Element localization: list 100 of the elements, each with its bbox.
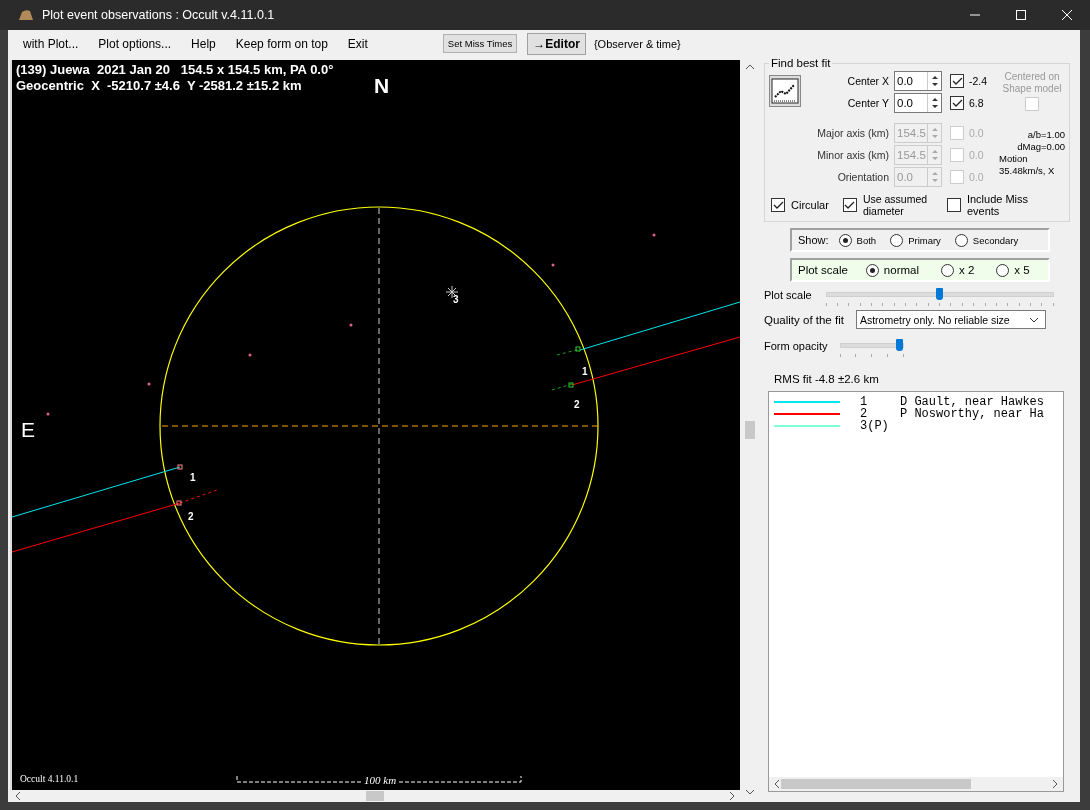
set-miss-times-button[interactable]: Set Miss Times [442, 34, 518, 53]
parameter-label: Center X [846, 75, 889, 87]
event-marker [177, 464, 183, 470]
star-dot [349, 323, 353, 327]
checkbox-label: Include Miss events [966, 193, 1030, 217]
ratio-value: a/b=1.00 [1026, 129, 1065, 141]
star-dot [652, 233, 656, 237]
plot-header: Geocentric X -5210.7 ±4.6 Y -2581.2 ±15.2 km [16, 78, 303, 94]
star-dot [551, 263, 555, 267]
editor-button[interactable]: →Editor [527, 32, 586, 55]
scroll-left-icon[interactable] [14, 791, 22, 801]
shape-model-label: Centered on Shape model [1001, 71, 1063, 95]
group-label: Plot scale [798, 264, 848, 276]
checkbox-label: Circular [791, 199, 829, 211]
menu-item[interactable]: with Plot... [23, 36, 79, 51]
chord-label: 1 [582, 366, 588, 377]
scale-label: 100 km [362, 774, 399, 786]
slider-label: Plot scale [764, 289, 812, 301]
dmag-value: dMag=0.00 [1016, 141, 1065, 153]
checkbox[interactable] [842, 198, 857, 212]
slider-thumb[interactable] [895, 339, 903, 351]
radio-label: x 2 [959, 264, 975, 276]
quality-label: Quality of the fit [764, 313, 844, 326]
motion-label: Motion [999, 153, 1029, 165]
radio-label: Primary [908, 234, 941, 246]
scroll-thumb[interactable] [366, 791, 384, 801]
parameter-spinbox[interactable]: 0.0 [894, 71, 942, 91]
scroll-right-icon[interactable] [1051, 779, 1059, 789]
window-title: Plot event observations : Occult v.4.11.0.1 [42, 8, 276, 22]
caret-icon [1028, 316, 1039, 323]
scroll-right-icon[interactable] [728, 791, 736, 801]
radio-button[interactable] [996, 263, 1010, 277]
radio-button[interactable] [865, 263, 879, 277]
radio-label: Secondary [972, 234, 1019, 246]
radio-label: normal [883, 264, 919, 276]
menu-item[interactable]: Plot options... [98, 36, 172, 51]
scroll-thumb[interactable] [781, 779, 971, 789]
scroll-down-icon[interactable] [745, 788, 755, 796]
group-label: Show: [798, 234, 829, 246]
quality-dropdown[interactable]: Astrometry only. No reliable size [855, 310, 1046, 329]
chord-number: 3(P) [860, 419, 890, 433]
observer-name: D Gault, near Hawkes [900, 395, 1045, 409]
version-label: Occult 4.11.0.1 [20, 774, 79, 784]
chord-label: 2 [188, 511, 194, 522]
menu-item[interactable]: Keep form on top [235, 36, 328, 51]
offset-value: 0.0 [969, 171, 985, 183]
spin-arrows-icon[interactable] [930, 74, 939, 88]
radio-label: Both [856, 234, 877, 246]
scroll-up-icon[interactable] [745, 63, 755, 71]
plot-header: (139) Juewa 2021 Jan 20 154.5 x 154.5 km, PA 0.0° [16, 62, 334, 78]
app-icon [18, 9, 34, 21]
scroll-left-icon[interactable] [773, 779, 781, 789]
checkbox[interactable] [950, 96, 964, 110]
parameter-label: Minor axis (km) [816, 149, 889, 161]
radio-button[interactable] [954, 233, 968, 247]
fit-button[interactable] [769, 75, 801, 107]
menu-item[interactable]: Help [191, 36, 216, 51]
north-label: N [374, 74, 390, 98]
checkbox[interactable] [950, 74, 964, 88]
star-dot [46, 412, 50, 416]
close-icon [1062, 10, 1072, 20]
chord-number: 1 [860, 395, 869, 409]
maximize-icon [1016, 10, 1026, 20]
parameter-label: Major axis (km) [816, 127, 889, 139]
checkbox[interactable] [771, 198, 785, 212]
event-marker [575, 346, 581, 352]
scroll-thumb[interactable] [745, 420, 755, 439]
rms-fit-text: RMS fit -4.8 ±2.6 km [774, 373, 880, 385]
event-marker [568, 382, 574, 388]
parameter-spinbox[interactable]: 0.0 [894, 93, 942, 113]
observer-name: P Nosworthy, near Ha [900, 407, 1045, 421]
slider-thumb[interactable] [936, 288, 944, 300]
radio-button[interactable] [838, 233, 852, 247]
event-marker [176, 500, 182, 506]
chord-extension [179, 489, 218, 504]
observer-label[interactable]: {Observer & time} [593, 37, 681, 50]
offset-value: 0.0 [969, 127, 985, 139]
spin-arrows-icon[interactable] [930, 96, 939, 110]
offset-value: -2.4 [969, 75, 989, 87]
star-label: 3 [453, 294, 459, 305]
horizontal-scrollbar[interactable] [769, 777, 1063, 791]
offset-value: 6.8 [969, 97, 985, 109]
checkbox[interactable] [946, 198, 961, 212]
radio-button[interactable] [941, 263, 954, 277]
parameter-label: Orientation [836, 171, 889, 183]
radio-label: x 5 [1014, 264, 1030, 276]
offset-value: 0.0 [969, 149, 985, 161]
checkbox-label: Use assumed diameter [862, 193, 929, 217]
group-title: Find best fit [770, 57, 832, 69]
menu-item[interactable]: Exit [347, 36, 368, 51]
radio-button[interactable] [890, 233, 904, 247]
chord-label: 1 [190, 472, 196, 483]
parameter-label: Center Y [846, 97, 889, 109]
chord-label: 2 [574, 399, 580, 410]
east-label: E [21, 418, 35, 442]
motion-value: 35.48km/s, X [999, 165, 1056, 177]
chord-number: 2 [860, 407, 868, 421]
star-dot [147, 382, 151, 386]
star-dot [248, 353, 252, 357]
slider-label: Form opacity [764, 340, 828, 352]
